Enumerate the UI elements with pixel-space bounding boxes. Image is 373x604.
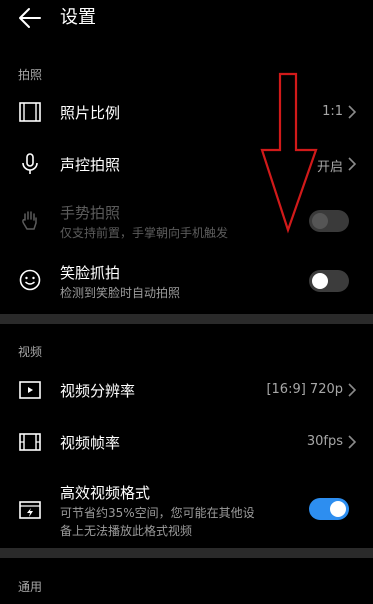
video-play-icon xyxy=(19,381,41,399)
smiley-face-icon xyxy=(19,269,41,291)
chevron-right-icon xyxy=(348,383,357,397)
aspect-ratio-label: 照片比例 xyxy=(60,104,121,122)
video-resolution-row[interactable]: 视频分辨率 [16:9] 720p xyxy=(0,370,373,410)
voice-shot-value: 开启 xyxy=(316,160,343,175)
smile-capture-label: 笑脸抓拍 xyxy=(60,264,121,282)
video-fps-value: 30fps xyxy=(306,434,343,449)
smile-capture-description: 检测到笑脸时自动拍照 xyxy=(60,286,181,300)
page-title: 设置 xyxy=(60,7,96,28)
microphone-icon xyxy=(22,153,38,174)
chevron-right-icon xyxy=(348,435,357,449)
chevron-right-icon xyxy=(348,157,357,171)
gesture-shot-label: 手势拍照 xyxy=(60,204,121,222)
efficient-video-format-label: 高效视频格式 xyxy=(60,484,151,502)
gesture-shot-toggle xyxy=(309,210,349,232)
section-divider xyxy=(0,314,373,324)
gesture-shot-description: 仅支持前置，手掌朝向手机触发 xyxy=(60,226,229,240)
voice-shot-label: 声控拍照 xyxy=(60,156,121,174)
section-header-general: 通用 xyxy=(18,580,43,594)
aspect-ratio-row[interactable]: 照片比例 1:1 xyxy=(0,92,373,132)
smile-capture-toggle[interactable] xyxy=(309,270,349,292)
video-fps-label: 视频帧率 xyxy=(60,434,121,452)
aspect-ratio-value: 1:1 xyxy=(322,104,343,119)
efficient-video-format-toggle[interactable] xyxy=(309,498,349,520)
efficient-video-format-description-line2: 备上无法播放此格式视频 xyxy=(60,524,193,538)
efficient-video-format-description-line1: 可节省约35%空间，您可能在其他设 xyxy=(60,506,255,520)
section-header-photo: 拍照 xyxy=(18,68,43,82)
top-bar: 设置 xyxy=(0,0,373,36)
section-header-video: 视频 xyxy=(18,345,43,359)
back-arrow-icon[interactable] xyxy=(16,4,44,32)
section-divider xyxy=(0,548,373,558)
video-resolution-label: 视频分辨率 xyxy=(60,382,136,400)
video-format-icon xyxy=(19,501,41,519)
film-strip-icon xyxy=(19,433,41,451)
video-resolution-value: [16:9] 720p xyxy=(266,382,343,397)
voice-shot-row[interactable]: 声控拍照 开启 xyxy=(0,144,373,184)
efficient-video-format-row[interactable]: 高效视频格式 可节省约35%空间，您可能在其他设 备上无法播放此格式视频 xyxy=(0,478,373,544)
chevron-right-icon xyxy=(348,105,357,119)
video-fps-row[interactable]: 视频帧率 30fps xyxy=(0,422,373,462)
smile-capture-row[interactable]: 笑脸抓拍 检测到笑脸时自动拍照 xyxy=(0,258,373,304)
hand-gesture-icon xyxy=(22,211,37,230)
gesture-shot-row: 手势拍照 仅支持前置，手掌朝向手机触发 xyxy=(0,198,373,244)
film-frame-icon xyxy=(19,102,41,122)
